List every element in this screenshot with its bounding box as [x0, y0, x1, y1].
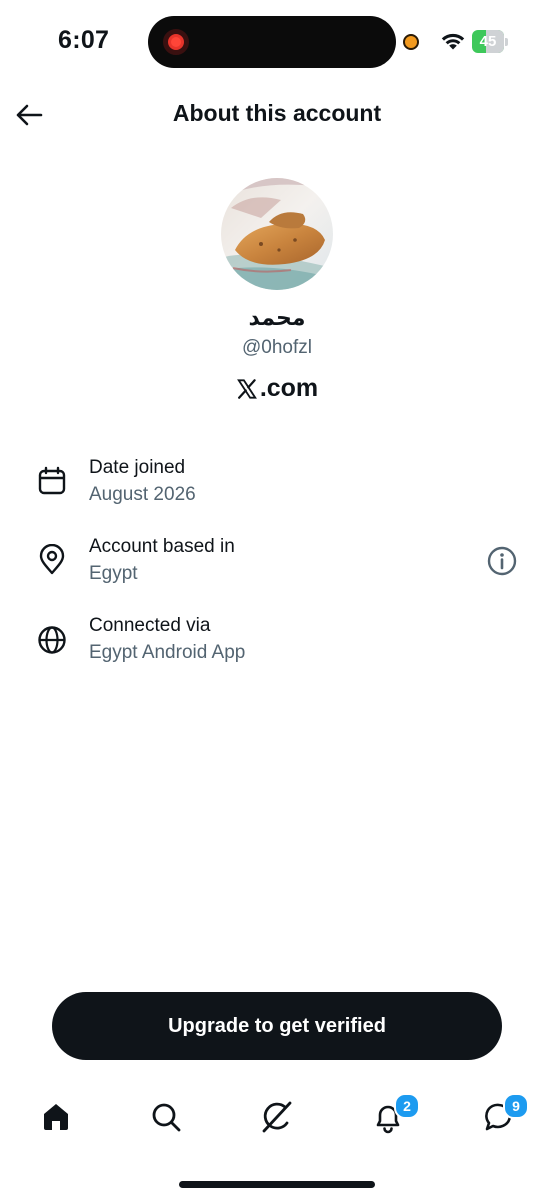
x-logo-icon	[236, 378, 257, 399]
info-row-label: Account based in	[89, 536, 235, 557]
profile-photo-avatar	[221, 178, 333, 290]
info-row-value: August 2026	[89, 484, 196, 505]
screen-recording-indicator	[163, 29, 189, 55]
info-row-value: Egypt Android App	[89, 642, 246, 663]
display-name: محمد	[248, 306, 306, 331]
user-handle: @0hofzl	[242, 337, 312, 358]
nav-notifications[interactable]: 2	[368, 1093, 420, 1137]
microphone-indicator	[403, 34, 419, 50]
search-icon	[152, 1103, 181, 1132]
wifi-icon	[441, 33, 465, 50]
brand-domain: .com	[0, 374, 554, 403]
globe-icon	[38, 626, 66, 654]
page-title: About this account	[172, 100, 382, 126]
nav-home[interactable]	[36, 1097, 76, 1137]
nav-messages[interactable]: 9	[479, 1093, 529, 1137]
info-button[interactable]	[485, 544, 519, 578]
location-pin-icon	[39, 544, 65, 575]
brand-domain-text: .com	[259, 374, 319, 402]
home-indicator	[179, 1181, 375, 1188]
upgrade-verified-button[interactable]: Upgrade to get verified	[52, 992, 502, 1060]
home-icon	[44, 1104, 68, 1130]
status-time: 6:07	[58, 26, 110, 54]
info-row-label: Connected via	[89, 615, 211, 636]
info-row-value: Egypt	[89, 563, 138, 584]
notification-badge: 2	[394, 1093, 420, 1119]
battery-icon: 45	[472, 30, 508, 53]
avatar[interactable]	[221, 178, 333, 290]
nav-grok[interactable]	[257, 1097, 297, 1137]
battery-percent: 45	[479, 33, 497, 50]
grok-icon	[262, 1101, 292, 1133]
info-row-label: Date joined	[89, 457, 186, 478]
calendar-icon	[38, 466, 66, 495]
info-circle-icon	[487, 546, 517, 576]
messages-badge: 9	[503, 1093, 529, 1119]
nav-search[interactable]	[146, 1097, 186, 1137]
